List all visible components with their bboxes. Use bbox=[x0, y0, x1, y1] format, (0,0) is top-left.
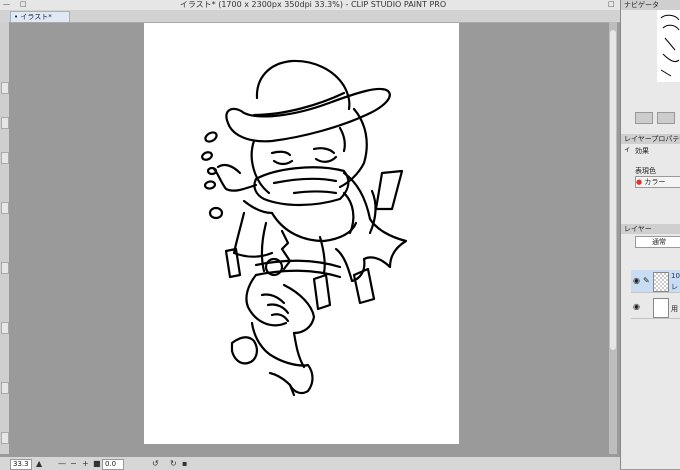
vertical-scrollbar[interactable] bbox=[609, 22, 617, 454]
tool-button[interactable] bbox=[1, 117, 9, 129]
blend-mode-select[interactable]: 通常 bbox=[635, 236, 680, 248]
flip-icon[interactable]: ▪ bbox=[182, 459, 187, 468]
tool-button[interactable] bbox=[1, 82, 9, 94]
tab-bullet-icon: • bbox=[14, 13, 19, 21]
scroll-right-icon[interactable]: — bbox=[58, 459, 66, 468]
rotate-left-icon[interactable]: ↺ bbox=[152, 459, 159, 468]
layer-thumbnail bbox=[653, 272, 669, 292]
document-tab-bar: • イラスト* bbox=[0, 10, 620, 23]
tool-button[interactable] bbox=[1, 202, 9, 214]
tab-label: イラスト* bbox=[20, 13, 52, 21]
visibility-eye-icon[interactable]: ◉ bbox=[633, 302, 640, 311]
tool-button[interactable] bbox=[1, 262, 9, 274]
zoom-field[interactable]: 33.3 bbox=[10, 459, 32, 470]
zoom-in-icon[interactable]: + bbox=[82, 459, 89, 468]
angle-field[interactable]: 0.0 bbox=[102, 459, 124, 470]
tab-illustration[interactable]: • イラスト* bbox=[10, 11, 70, 22]
layer-panel-title: レイヤー bbox=[624, 225, 652, 233]
layer-row-selected[interactable]: ◉ ✎ 10 レ bbox=[631, 270, 680, 293]
tool-button[interactable] bbox=[1, 432, 9, 444]
tool-button[interactable] bbox=[1, 322, 9, 334]
fit-icon[interactable]: ■ bbox=[93, 459, 101, 468]
layer-property-title: レイヤープロパティ bbox=[624, 135, 680, 153]
paper-thumbnail bbox=[653, 298, 669, 318]
layer-name-sub: レ bbox=[671, 283, 678, 291]
tool-button[interactable] bbox=[1, 382, 9, 394]
zoom-out-icon[interactable]: − bbox=[70, 459, 77, 468]
color-mode-button[interactable]: ● カラー bbox=[635, 176, 680, 188]
right-panel-dock: ナビゲータ レイヤープロパティ 効果 表現色 ● カラー レイヤー 通常 ◉ ✎… bbox=[620, 0, 680, 469]
tool-button[interactable] bbox=[1, 152, 9, 164]
scroll-thumb[interactable] bbox=[610, 30, 616, 350]
navigator-thumbnail[interactable] bbox=[657, 10, 680, 82]
window-title: イラスト* (1700 x 2300px 350dpi 33.3%) - CLI… bbox=[179, 0, 447, 9]
rotate-right-icon[interactable]: ↻ bbox=[170, 459, 177, 468]
layer-panel-header[interactable]: レイヤー bbox=[621, 224, 680, 234]
color-wheel-icon: ● bbox=[636, 178, 643, 186]
effect-label: 効果 bbox=[635, 147, 649, 155]
tool-strip bbox=[0, 22, 10, 454]
nav-zoom-button[interactable] bbox=[635, 112, 653, 124]
layer-property-header[interactable]: レイヤープロパティ bbox=[621, 134, 680, 153]
nav-rotate-button[interactable] bbox=[657, 112, 675, 124]
layer-name: 10 bbox=[671, 272, 680, 280]
visibility-eye-icon[interactable]: ◉ bbox=[633, 276, 640, 285]
restore-icon[interactable]: □ bbox=[608, 1, 615, 8]
expression-color-label: 表現色 bbox=[635, 167, 656, 175]
pen-icon: ✎ bbox=[643, 276, 650, 285]
scroll-left-icon[interactable]: ▲ bbox=[36, 459, 42, 468]
canvas-paper[interactable] bbox=[144, 23, 459, 444]
navigator-panel-header[interactable]: ナビゲータ bbox=[621, 0, 680, 10]
status-bar: 33.3 ▲ — − + ■ 0.0 ↺ ↻ ▪ bbox=[0, 456, 620, 470]
navigator-preview bbox=[660, 14, 680, 77]
navigator-title: ナビゲータ bbox=[624, 1, 659, 9]
character-line-art bbox=[201, 59, 408, 397]
layer-row-paper[interactable]: ◉ 用 bbox=[631, 296, 680, 319]
paper-layer-name: 用 bbox=[671, 305, 678, 313]
